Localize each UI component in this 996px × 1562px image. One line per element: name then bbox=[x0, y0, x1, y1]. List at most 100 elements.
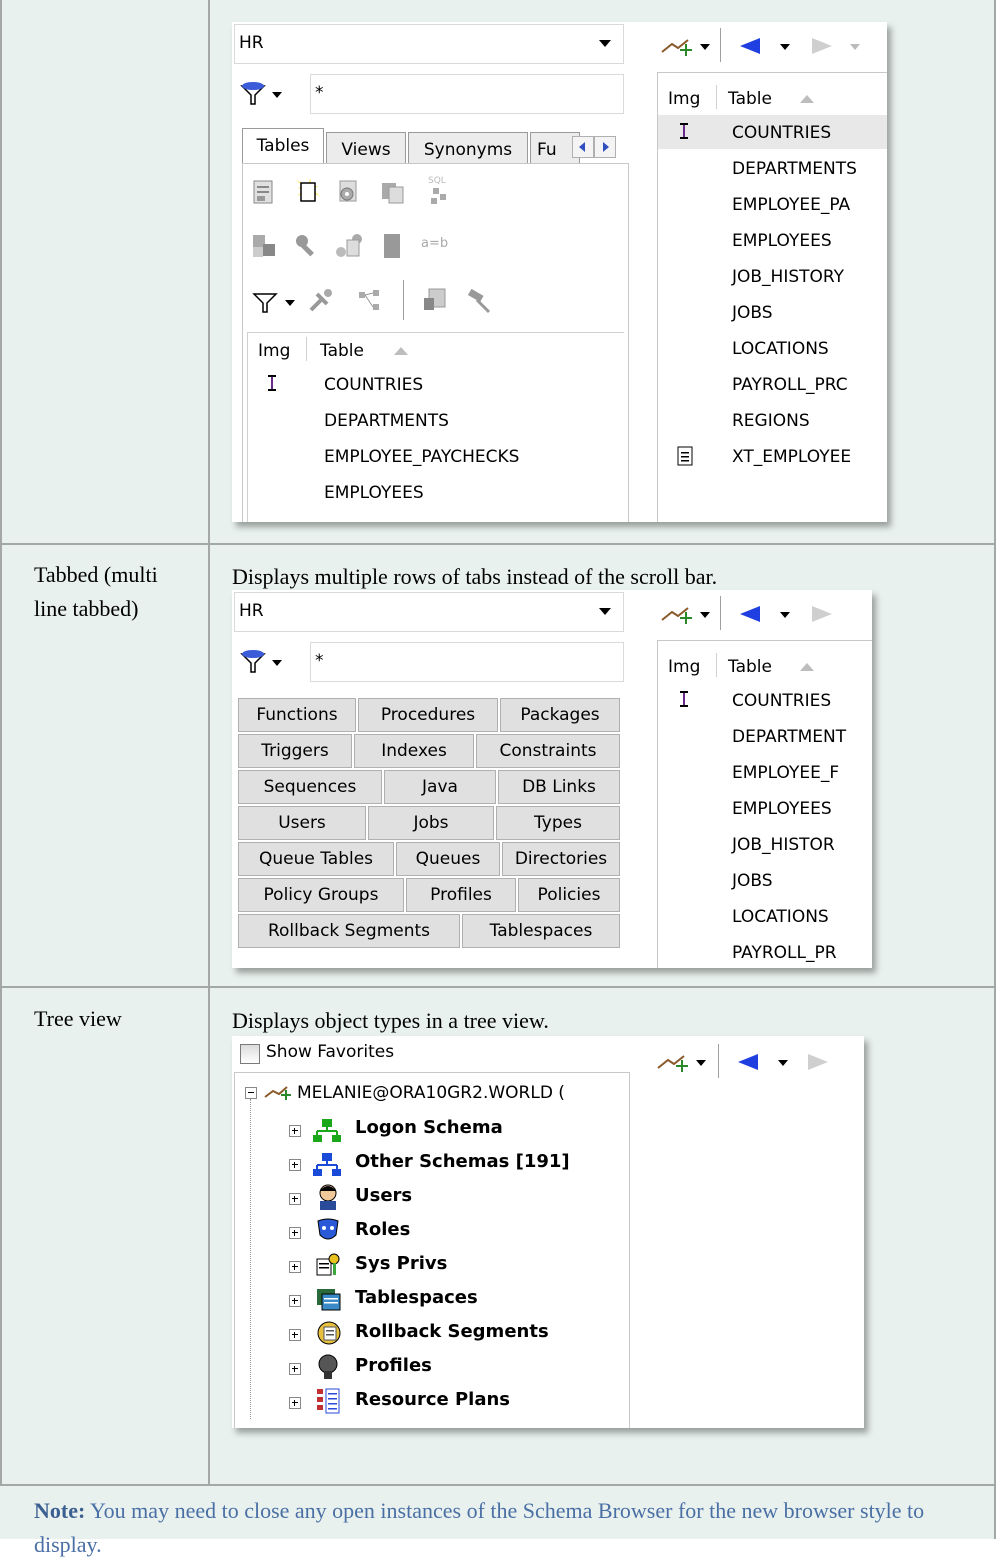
forward-dropdown-arrow[interactable] bbox=[850, 44, 860, 50]
tab-profiles[interactable]: Profiles bbox=[406, 878, 516, 912]
filter-options-arrow[interactable] bbox=[285, 300, 295, 306]
table-row[interactable]: COUNTRIES bbox=[732, 691, 831, 711]
collapse-toggle[interactable] bbox=[245, 1087, 257, 1099]
forward-arrow-icon[interactable] bbox=[806, 1052, 830, 1077]
column-header-table[interactable]: Table bbox=[320, 341, 364, 361]
document-gray-icon[interactable] bbox=[379, 232, 407, 265]
table-row[interactable]: EMPLOYEES bbox=[324, 483, 424, 503]
filter-input[interactable]: * bbox=[310, 642, 624, 682]
tab-policy-groups[interactable]: Policy Groups bbox=[238, 878, 404, 912]
tree-root-connection[interactable]: MELANIE@ORA10GR2.WORLD ( bbox=[297, 1083, 565, 1103]
expand-toggle[interactable] bbox=[289, 1261, 301, 1273]
back-dropdown-arrow[interactable] bbox=[780, 612, 790, 618]
table-row[interactable]: DEPARTMENTS bbox=[732, 159, 857, 179]
tab-java[interactable]: Java bbox=[384, 770, 496, 804]
funnel-filter-icon[interactable] bbox=[240, 80, 266, 111]
tab-queue-tables[interactable]: Queue Tables bbox=[238, 842, 394, 876]
tab-scroll-right-button[interactable] bbox=[594, 136, 616, 158]
tab-procedures[interactable]: Procedures bbox=[358, 698, 498, 732]
table-row[interactable]: EMPLOYEES bbox=[732, 799, 832, 819]
table-row[interactable]: DEPARTMENTS bbox=[324, 411, 449, 431]
filter-icon[interactable] bbox=[251, 288, 279, 321]
expand-toggle[interactable] bbox=[289, 1159, 301, 1171]
table-row[interactable]: DEPARTMENT bbox=[732, 727, 846, 747]
hammer-icon[interactable] bbox=[465, 286, 495, 321]
connection-icon[interactable] bbox=[660, 36, 694, 65]
expand-toggle[interactable] bbox=[289, 1227, 301, 1239]
table-row[interactable]: REGIONS bbox=[732, 411, 810, 431]
key-icon[interactable] bbox=[293, 232, 321, 265]
hierarchy-icon[interactable] bbox=[355, 286, 385, 321]
tree-item-roles[interactable]: Roles bbox=[355, 1219, 410, 1240]
column-header-img[interactable]: Img bbox=[258, 341, 290, 361]
expand-toggle[interactable] bbox=[289, 1329, 301, 1341]
tree-item-users[interactable]: Users bbox=[355, 1185, 412, 1206]
tab-policies[interactable]: Policies bbox=[518, 878, 620, 912]
filter-dropdown-arrow[interactable] bbox=[272, 92, 282, 98]
dependencies-icon[interactable] bbox=[335, 232, 363, 265]
tree-item-other-schemas[interactable]: Other Schemas [191] bbox=[355, 1151, 570, 1172]
back-arrow-icon[interactable] bbox=[736, 1052, 760, 1077]
tab-db-links[interactable]: DB Links bbox=[498, 770, 620, 804]
show-favorites-checkbox[interactable] bbox=[240, 1044, 260, 1064]
table-row[interactable]: EMPLOYEES bbox=[732, 231, 832, 251]
tab-tables[interactable]: Tables bbox=[242, 128, 324, 164]
sql-icon[interactable]: SQL bbox=[423, 174, 453, 211]
table-row[interactable]: LOCATIONS bbox=[732, 907, 829, 927]
table-row[interactable]: LOCATIONS bbox=[732, 339, 829, 359]
expand-toggle[interactable] bbox=[289, 1363, 301, 1375]
tab-jobs[interactable]: Jobs bbox=[368, 806, 494, 840]
connection-icon[interactable] bbox=[656, 1052, 690, 1081]
table-row[interactable]: EMPLOYEE_PA bbox=[732, 195, 850, 215]
tools-icon[interactable] bbox=[307, 286, 337, 321]
table-details-icon[interactable] bbox=[251, 178, 277, 211]
forward-arrow-icon[interactable] bbox=[810, 36, 834, 61]
tree-item-tablespaces[interactable]: Tablespaces bbox=[355, 1287, 478, 1308]
tab-types[interactable]: Types bbox=[496, 806, 620, 840]
filter-dropdown-arrow[interactable] bbox=[272, 660, 282, 666]
back-dropdown-arrow[interactable] bbox=[778, 1060, 788, 1066]
tree-item-sys-privs[interactable]: Sys Privs bbox=[355, 1253, 447, 1274]
expand-toggle[interactable] bbox=[289, 1295, 301, 1307]
tab-packages[interactable]: Packages bbox=[500, 698, 620, 732]
tab-scroll-left-button[interactable] bbox=[572, 136, 594, 158]
alter-table-icon[interactable] bbox=[335, 178, 363, 211]
tree-item-rollback-segments[interactable]: Rollback Segments bbox=[355, 1321, 549, 1342]
expand-toggle[interactable] bbox=[289, 1397, 301, 1409]
tree-item-profiles[interactable]: Profiles bbox=[355, 1355, 432, 1376]
relations-icon[interactable] bbox=[251, 232, 279, 265]
table-row[interactable]: JOB_HISTOR bbox=[732, 835, 835, 855]
expand-toggle[interactable] bbox=[289, 1193, 301, 1205]
filter-input[interactable]: * bbox=[310, 74, 624, 114]
tab-queues[interactable]: Queues bbox=[396, 842, 500, 876]
table-row[interactable]: COUNTRIES bbox=[324, 375, 423, 395]
table-row[interactable]: PAYROLL_PRC bbox=[732, 375, 848, 395]
schema-dropdown[interactable]: HR bbox=[234, 24, 624, 64]
expand-toggle[interactable] bbox=[289, 1125, 301, 1137]
back-arrow-icon[interactable] bbox=[738, 604, 762, 629]
table-row[interactable]: JOBS bbox=[732, 871, 773, 891]
tree-item-resource-plans[interactable]: Resource Plans bbox=[355, 1389, 510, 1410]
table-row[interactable]: EMPLOYEE_F bbox=[732, 763, 839, 783]
script-icon[interactable] bbox=[421, 286, 451, 321]
tab-directories[interactable]: Directories bbox=[502, 842, 620, 876]
create-table-icon[interactable] bbox=[293, 176, 323, 211]
column-header-img[interactable]: Img bbox=[668, 657, 700, 677]
tab-rollback-segments[interactable]: Rollback Segments bbox=[238, 914, 460, 948]
connection-dropdown-arrow[interactable] bbox=[696, 1060, 706, 1066]
schema-dropdown[interactable]: HR bbox=[234, 592, 624, 632]
table-row[interactable]: PAYROLL_PR bbox=[732, 943, 837, 963]
connection-icon[interactable] bbox=[660, 604, 694, 633]
connection-dropdown-arrow[interactable] bbox=[700, 612, 710, 618]
tab-triggers[interactable]: Triggers bbox=[238, 734, 352, 768]
table-row[interactable]: EMPLOYEE_PAYCHECKS bbox=[324, 447, 519, 467]
tree-item-logon-schema[interactable]: Logon Schema bbox=[355, 1117, 503, 1138]
compare-icon[interactable]: a=b bbox=[421, 236, 448, 251]
table-row[interactable]: JOBS bbox=[732, 303, 773, 323]
column-header-table[interactable]: Table bbox=[728, 89, 772, 109]
tab-users[interactable]: Users bbox=[238, 806, 366, 840]
table-row[interactable]: XT_EMPLOYEE bbox=[732, 447, 851, 467]
tab-indexes[interactable]: Indexes bbox=[354, 734, 474, 768]
copy-table-icon[interactable] bbox=[379, 178, 407, 211]
tab-tablespaces[interactable]: Tablespaces bbox=[462, 914, 620, 948]
